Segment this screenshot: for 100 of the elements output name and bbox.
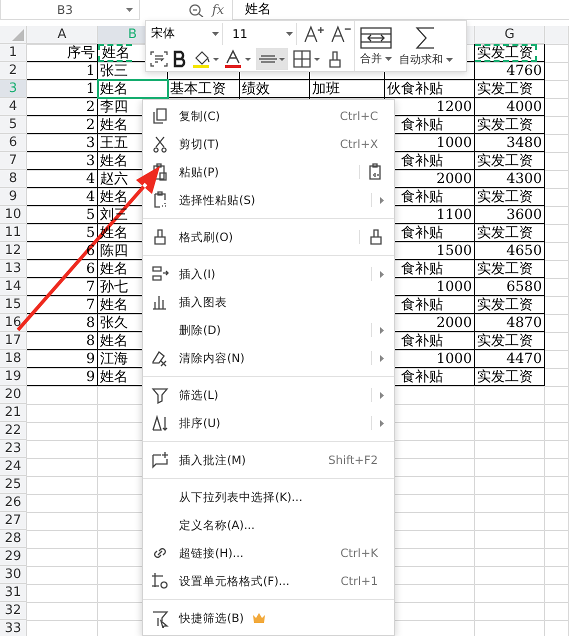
table-cell-text: 1000 bbox=[435, 350, 473, 368]
table-cell-text: 4 bbox=[85, 188, 96, 206]
table-cell-text: 1500 bbox=[435, 242, 473, 260]
table-cell-text: 孙七 bbox=[99, 278, 129, 296]
row-header[interactable]: 12 bbox=[0, 242, 27, 260]
caret-icon bbox=[286, 32, 292, 36]
table-cell-text: 张三 bbox=[99, 62, 129, 80]
comment-icon bbox=[150, 450, 170, 470]
increase-font-icon[interactable] bbox=[302, 24, 324, 44]
borders-icon[interactable] bbox=[292, 48, 322, 68]
row-header[interactable]: 32 bbox=[0, 602, 27, 620]
table-cell-text: 绩效 bbox=[241, 80, 271, 98]
row-header[interactable]: 26 bbox=[0, 494, 27, 512]
menu-item[interactable]: 插入图表 bbox=[143, 288, 394, 316]
row-header[interactable]: 20 bbox=[0, 386, 27, 404]
table-cell-text: 1100 bbox=[435, 206, 473, 224]
menu-item[interactable]: 剪切(T) Ctrl+X bbox=[143, 130, 394, 158]
table-cell-text: 9 bbox=[85, 368, 96, 386]
column-header[interactable]: A bbox=[27, 26, 98, 44]
table-cell-text: 8 bbox=[85, 332, 96, 350]
table-cell-text: 实发工资 bbox=[476, 368, 534, 386]
name-box[interactable]: B3 bbox=[0, 0, 140, 20]
column-header[interactable]: G bbox=[475, 26, 545, 44]
table-cell: 姓名 bbox=[98, 44, 132, 62]
bold-icon[interactable] bbox=[172, 50, 188, 68]
menu-item[interactable]: 插入批注(M) Shift+F2 bbox=[143, 446, 394, 474]
menu-item[interactable]: 排序(U) bbox=[143, 409, 394, 437]
table-cell-text: 4870 bbox=[505, 314, 543, 332]
font-color-icon[interactable] bbox=[224, 48, 252, 68]
submenu-arrow-icon bbox=[380, 196, 384, 204]
table-cell-text: 食补贴 bbox=[400, 260, 444, 278]
autosum-button[interactable]: 自动求和 bbox=[397, 25, 455, 67]
row-header[interactable]: 9 bbox=[0, 188, 27, 206]
table-cell-text: 8 bbox=[85, 314, 96, 332]
menu-item[interactable]: 选择性粘贴(S) bbox=[143, 186, 394, 214]
row-header[interactable]: 21 bbox=[0, 404, 27, 422]
row-header[interactable]: 31 bbox=[0, 584, 27, 602]
row-header[interactable]: 30 bbox=[0, 566, 27, 584]
submenu-arrow-icon bbox=[380, 354, 384, 362]
menu-item[interactable]: 定义名称(A)... bbox=[143, 511, 394, 539]
row-header[interactable]: 24 bbox=[0, 458, 27, 476]
align-icon[interactable] bbox=[256, 48, 288, 70]
row-header[interactable]: 33 bbox=[0, 620, 27, 636]
row-header[interactable]: 22 bbox=[0, 422, 27, 440]
row-header[interactable]: 27 bbox=[0, 512, 27, 530]
table-cell-text: 4 bbox=[85, 170, 96, 188]
row-header[interactable]: 1 bbox=[0, 44, 27, 62]
menu-item[interactable]: 超链接(H)... Ctrl+K bbox=[143, 539, 394, 567]
row-header[interactable]: 18 bbox=[0, 350, 27, 368]
row-header[interactable]: 7 bbox=[0, 152, 27, 170]
row-header[interactable]: 2 bbox=[0, 62, 27, 80]
menu-item[interactable]: 复制(C) Ctrl+C bbox=[143, 102, 394, 130]
menu-item[interactable]: 粘贴(P) bbox=[143, 158, 394, 186]
row-header[interactable]: 25 bbox=[0, 476, 27, 494]
row-header[interactable]: 16 bbox=[0, 314, 27, 332]
menu-item[interactable]: 设置单元格格式(F)... Ctrl+1 bbox=[143, 567, 394, 595]
table-cell-text: 3480 bbox=[505, 134, 543, 152]
menu-item[interactable]: 删除(D) bbox=[143, 316, 394, 344]
row-header[interactable]: 23 bbox=[0, 440, 27, 458]
menu-item[interactable]: 从下拉列表中选择(K)... bbox=[143, 483, 394, 511]
row-header[interactable]: 5 bbox=[0, 116, 27, 134]
table-cell-text: 食补贴 bbox=[400, 152, 444, 170]
table-cell-text: 3 bbox=[85, 152, 96, 170]
menu-item[interactable]: 格式刷(O) bbox=[143, 223, 394, 251]
row-header[interactable]: 17 bbox=[0, 332, 27, 350]
table-cell-text: 王五 bbox=[99, 134, 129, 152]
row-header[interactable]: 4 bbox=[0, 98, 27, 116]
menu-item[interactable]: 清除内容(N) bbox=[143, 344, 394, 372]
table-cell-text: 赵六 bbox=[99, 170, 129, 188]
row-header[interactable]: 14 bbox=[0, 278, 27, 296]
row-header[interactable]: 29 bbox=[0, 548, 27, 566]
table-cell-text: 实发工资 bbox=[476, 332, 534, 350]
row-header[interactable]: 6 bbox=[0, 134, 27, 152]
row-header[interactable]: 15 bbox=[0, 296, 27, 314]
table-cell-text: 姓名 bbox=[99, 296, 129, 314]
function-label[interactable]: fx bbox=[212, 2, 224, 18]
row-header[interactable]: 8 bbox=[0, 170, 27, 188]
row-header[interactable]: 10 bbox=[0, 206, 27, 224]
menu-item[interactable]: 快捷筛选(B) bbox=[143, 604, 394, 632]
fill-color-icon[interactable] bbox=[192, 48, 220, 68]
font-dropdown[interactable]: 宋体 bbox=[148, 22, 224, 44]
row-header[interactable]: 11 bbox=[0, 224, 27, 242]
table-cell-text: 4000 bbox=[505, 98, 543, 116]
table-cell-text: 5 bbox=[85, 224, 96, 242]
cell-format-icon bbox=[150, 571, 170, 591]
row-header[interactable]: 28 bbox=[0, 530, 27, 548]
submenu-arrow-icon bbox=[380, 392, 384, 398]
menu-item[interactable]: 筛选(L) bbox=[143, 381, 394, 409]
table-cell-text: 4470 bbox=[505, 350, 543, 368]
table-cell-text: 4300 bbox=[505, 170, 543, 188]
decrease-font-icon[interactable] bbox=[330, 24, 352, 44]
wrap-icon[interactable] bbox=[150, 50, 168, 66]
zoom-icon[interactable] bbox=[188, 3, 204, 17]
merge-button[interactable]: 合并 bbox=[357, 26, 395, 66]
menu-item[interactable]: 插入(I) bbox=[143, 260, 394, 288]
table-cell-text: 姓名 bbox=[99, 116, 129, 134]
selected-cell: 姓名 bbox=[98, 80, 168, 98]
row-header[interactable]: 19 bbox=[0, 368, 27, 386]
font-size-dropdown[interactable]: 11 bbox=[229, 22, 296, 44]
row-header[interactable]: 13 bbox=[0, 260, 27, 278]
